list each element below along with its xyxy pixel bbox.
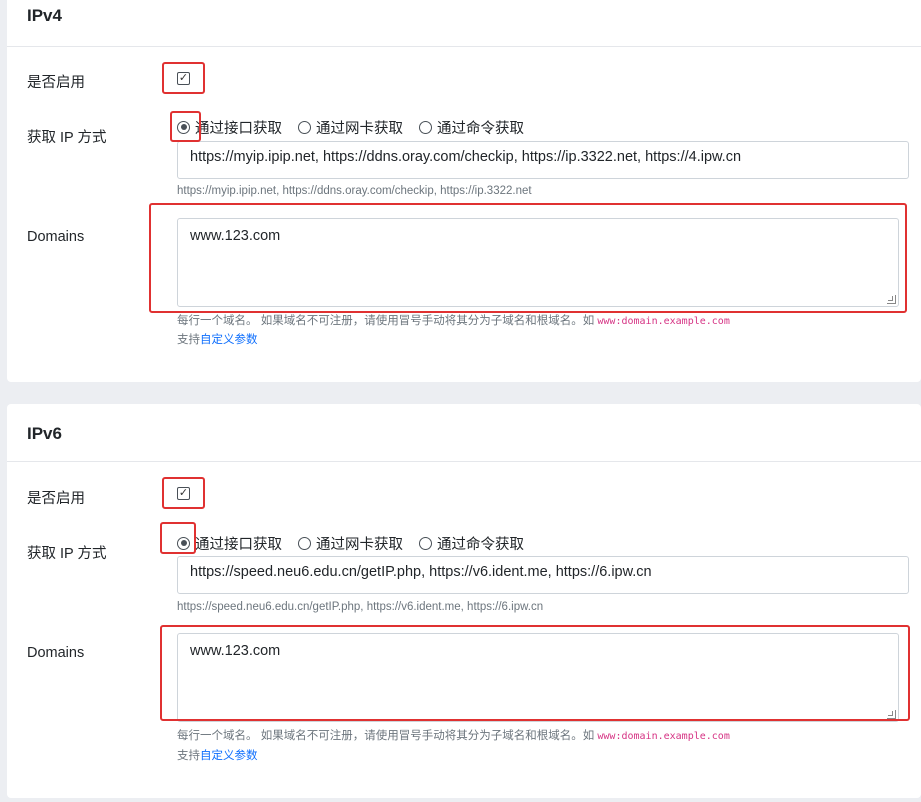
radio-selected-icon[interactable] xyxy=(177,536,190,550)
ipv6-method-cmd-label: 通过命令获取 xyxy=(437,536,524,553)
ipv4-custom-params-link[interactable]: 自定义参数 xyxy=(200,334,258,346)
ipv6-method-label: 获取 IP 方式 xyxy=(27,546,107,562)
ipv4-domains-textarea[interactable]: www.123.com xyxy=(177,218,899,307)
ipv6-custom-prefix: 支持 xyxy=(177,750,200,762)
ipv6-custom-params-link[interactable]: 自定义参数 xyxy=(200,750,258,762)
ipv4-domains-example: www:domain.example.com xyxy=(597,316,730,327)
ipv6-method-nic-label: 通过网卡获取 xyxy=(316,536,403,553)
ipv6-custom-params: 支持自定义参数 xyxy=(177,747,258,763)
ipv4-method-nic[interactable]: 通过网卡获取 xyxy=(298,117,403,138)
ipv6-url-help: https://speed.neu6.edu.cn/getIP.php, htt… xyxy=(177,601,544,613)
check-icon: ✓ xyxy=(178,72,189,84)
ipv4-method-cmd[interactable]: 通过命令获取 xyxy=(419,117,524,138)
ipv4-method-api-label: 通过接口获取 xyxy=(195,120,282,137)
ipv6-domains-help-text: 每行一个域名。 如果域名不可注册，请使用冒号手动将其分为子域名和根域名。如 xyxy=(177,730,598,742)
ipv4-url-input[interactable]: https://myip.ipip.net, https://ddns.oray… xyxy=(177,141,909,179)
radio-icon[interactable] xyxy=(298,120,311,134)
ipv6-domains-example: www:domain.example.com xyxy=(597,731,730,742)
ipv4-domains-help: 每行一个域名。 如果域名不可注册，请使用冒号手动将其分为子域名和根域名。如 ww… xyxy=(177,312,730,328)
ipv4-domains-label: Domains xyxy=(27,229,85,245)
ipv4-method-radio-group: 通过接口获取 通过网卡获取 通过命令获取 xyxy=(177,117,540,137)
ipv4-title: IPv4 xyxy=(27,6,62,25)
ipv4-method-cmd-label: 通过命令获取 xyxy=(437,120,524,137)
ipv6-enable-label: 是否启用 xyxy=(27,491,85,507)
ipv4-domains-value: www.123.com xyxy=(190,228,281,244)
ipv4-url-help: https://myip.ipip.net, https://ddns.oray… xyxy=(177,185,532,197)
ipv4-method-nic-label: 通过网卡获取 xyxy=(316,120,403,137)
resize-handle-icon[interactable] xyxy=(887,710,896,719)
ipv4-custom-params: 支持自定义参数 xyxy=(177,331,258,347)
radio-icon[interactable] xyxy=(298,536,311,550)
ipv4-method-api[interactable]: 通过接口获取 xyxy=(177,117,282,138)
radio-icon[interactable] xyxy=(419,120,432,134)
ipv6-domains-value: www.123.com xyxy=(190,643,281,659)
ipv6-method-cmd[interactable]: 通过命令获取 xyxy=(419,533,524,554)
radio-icon[interactable] xyxy=(419,536,432,550)
ipv6-enable-checkbox[interactable]: ✓ xyxy=(177,487,190,500)
radio-selected-icon[interactable] xyxy=(177,120,190,134)
ipv4-domains-help-text: 每行一个域名。 如果域名不可注册，请使用冒号手动将其分为子域名和根域名。如 xyxy=(177,315,598,327)
ipv6-method-api[interactable]: 通过接口获取 xyxy=(177,533,282,554)
ipv6-domains-help: 每行一个域名。 如果域名不可注册，请使用冒号手动将其分为子域名和根域名。如 ww… xyxy=(177,727,730,743)
ipv6-method-nic[interactable]: 通过网卡获取 xyxy=(298,533,403,554)
ipv6-domains-label: Domains xyxy=(27,645,85,661)
ipv4-enable-label: 是否启用 xyxy=(27,75,85,91)
resize-handle-icon[interactable] xyxy=(887,295,896,304)
ipv4-enable-checkbox[interactable]: ✓ xyxy=(177,72,190,85)
ipv4-card: IPv4 是否启用 ✓ 获取 IP 方式 通过接口获取 通过网卡获取 通过命令获… xyxy=(7,0,921,382)
ipv6-domains-textarea[interactable]: www.123.com xyxy=(177,633,899,722)
ipv6-url-input[interactable]: https://speed.neu6.edu.cn/getIP.php, htt… xyxy=(177,556,909,594)
ipv6-card: IPv6 是否启用 ✓ 获取 IP 方式 通过接口获取 通过网卡获取 通过命令获… xyxy=(7,404,921,798)
ipv6-title: IPv6 xyxy=(27,424,62,443)
ipv6-method-radio-group: 通过接口获取 通过网卡获取 通过命令获取 xyxy=(177,533,540,553)
ipv4-custom-prefix: 支持 xyxy=(177,334,200,346)
ipv6-method-api-label: 通过接口获取 xyxy=(195,536,282,553)
check-icon: ✓ xyxy=(178,487,189,499)
ipv6-divider xyxy=(7,461,921,462)
ipv4-divider xyxy=(7,46,921,47)
ipv4-method-label: 获取 IP 方式 xyxy=(27,130,107,146)
